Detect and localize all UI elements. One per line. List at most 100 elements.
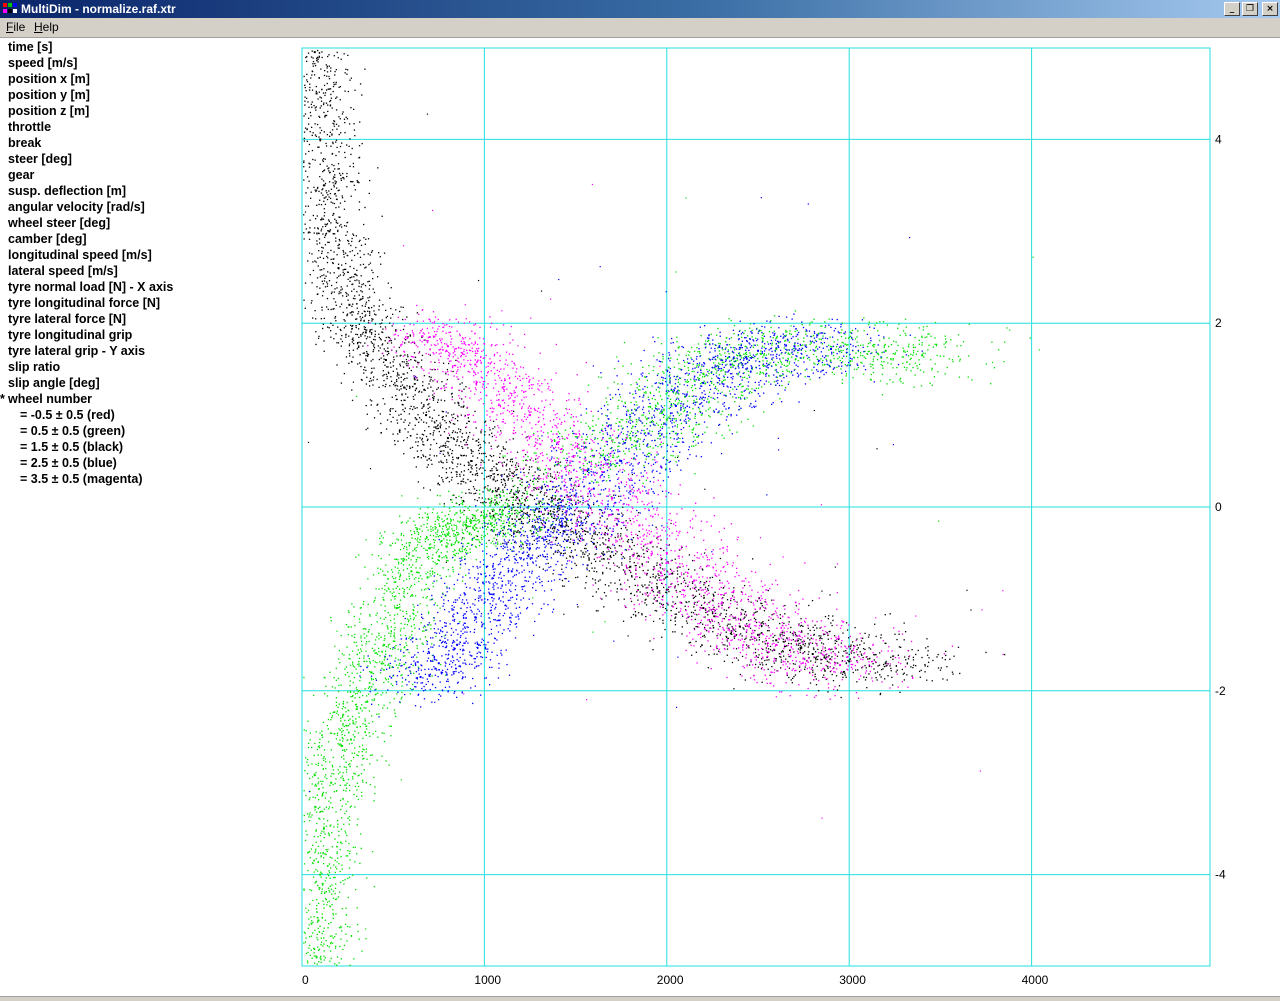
scatter-dot <box>437 531 438 532</box>
scatter-dot <box>400 549 401 550</box>
scatter-dot <box>417 450 418 451</box>
scatter-dot <box>645 599 646 600</box>
scatter-dot <box>312 101 313 102</box>
scatter-dot <box>452 457 453 458</box>
scatter-dot <box>389 665 390 666</box>
scatter-dot <box>513 523 514 524</box>
scatter-dot <box>342 775 343 776</box>
scatter-dot <box>629 567 630 568</box>
scatter-dot <box>522 492 523 493</box>
scatter-dot <box>406 361 407 362</box>
scatter-dot <box>509 509 510 510</box>
scatter-dot <box>407 354 408 355</box>
scatter-dot <box>761 662 762 663</box>
scatter-dot <box>371 307 372 308</box>
outlier-dot <box>778 642 779 643</box>
scatter-dot <box>328 196 329 197</box>
scatter-dot <box>496 495 497 496</box>
scatter-dot <box>382 328 383 329</box>
scatter-dot <box>602 542 603 543</box>
scatter-dot <box>478 450 479 451</box>
scatter-dot <box>410 618 411 619</box>
scatter-dot <box>413 555 414 556</box>
scatter-dot <box>485 502 486 503</box>
scatter-dot <box>323 831 324 832</box>
scatter-dot <box>356 789 357 790</box>
scatter-dot <box>311 282 312 283</box>
scatter-dot <box>333 263 334 264</box>
scatter-dot <box>653 598 654 599</box>
scatter-dot <box>565 504 566 505</box>
scatter-dot <box>430 386 431 387</box>
scatter-dot <box>354 90 355 91</box>
scatter-dot <box>318 903 319 904</box>
scatter-dot <box>310 739 311 740</box>
scatter-dot <box>482 502 483 503</box>
scatter-dot <box>323 268 324 269</box>
scatter-dot <box>463 389 464 390</box>
scatter-dot <box>364 628 365 629</box>
scatter-dot <box>360 672 361 673</box>
scatter-dot <box>791 643 792 644</box>
scatter-dot <box>539 567 540 568</box>
data-point <box>365 331 367 333</box>
scatter-dot <box>373 679 374 680</box>
scatter-dot <box>450 449 451 450</box>
scatter-dot <box>362 305 363 306</box>
scatter-dot <box>695 619 696 620</box>
scatter-dot <box>305 87 306 88</box>
outlier-dot <box>704 489 705 490</box>
scatter-dot <box>518 512 519 513</box>
scatter-dot <box>783 635 784 636</box>
scatter-dot <box>353 109 354 110</box>
scatter-plot[interactable]: 01000200030004000420-2-4 <box>0 0 1280 1000</box>
scatter-dot <box>303 162 304 163</box>
scatter-dot <box>360 316 361 317</box>
scatter-dot <box>456 457 457 458</box>
scatter-dot <box>492 491 493 492</box>
scatter-dot <box>407 624 408 625</box>
scatter-dot <box>359 716 360 717</box>
scatter-dot <box>321 269 322 270</box>
scatter-dot <box>428 529 429 530</box>
scatter-dot <box>318 950 319 951</box>
scatter-dot <box>492 436 493 437</box>
scatter-dot <box>488 476 489 477</box>
scatter-dot <box>725 616 726 617</box>
scatter-dot <box>308 910 309 911</box>
scatter-dot <box>539 530 540 531</box>
scatter-dot <box>324 85 325 86</box>
scatter-dot <box>317 783 318 784</box>
scatter-dot <box>335 687 336 688</box>
scatter-dot <box>550 511 551 512</box>
scatter-dot <box>761 658 762 659</box>
scatter-dot <box>552 528 553 529</box>
scatter-dot <box>325 920 326 921</box>
scatter-dot <box>448 531 449 532</box>
scatter-dot <box>595 561 596 562</box>
scatter-dot <box>911 649 912 650</box>
scatter-dot <box>315 784 316 785</box>
scatter-dot <box>394 598 395 599</box>
scatter-dot <box>716 654 717 655</box>
scatter-dot <box>435 426 436 427</box>
scatter-dot <box>329 280 330 281</box>
scatter-dot <box>949 659 950 660</box>
scatter-dot <box>368 264 369 265</box>
scatter-dot <box>353 606 354 607</box>
scatter-dot <box>321 307 322 308</box>
scatter-dot <box>317 870 318 871</box>
scatter-dot <box>334 712 335 713</box>
scatter-dot <box>789 656 790 657</box>
scatter-dot <box>412 564 413 565</box>
scatter-dot <box>886 665 887 666</box>
scatter-dot <box>347 314 348 315</box>
scatter-dot <box>596 571 597 572</box>
scatter-dot <box>436 420 437 421</box>
scatter-dot <box>354 634 355 635</box>
scatter-dot <box>348 146 349 147</box>
scatter-dot <box>361 245 362 246</box>
scatter-dot <box>340 330 341 331</box>
scatter-dot <box>330 713 331 714</box>
scatter-dot <box>308 948 309 949</box>
